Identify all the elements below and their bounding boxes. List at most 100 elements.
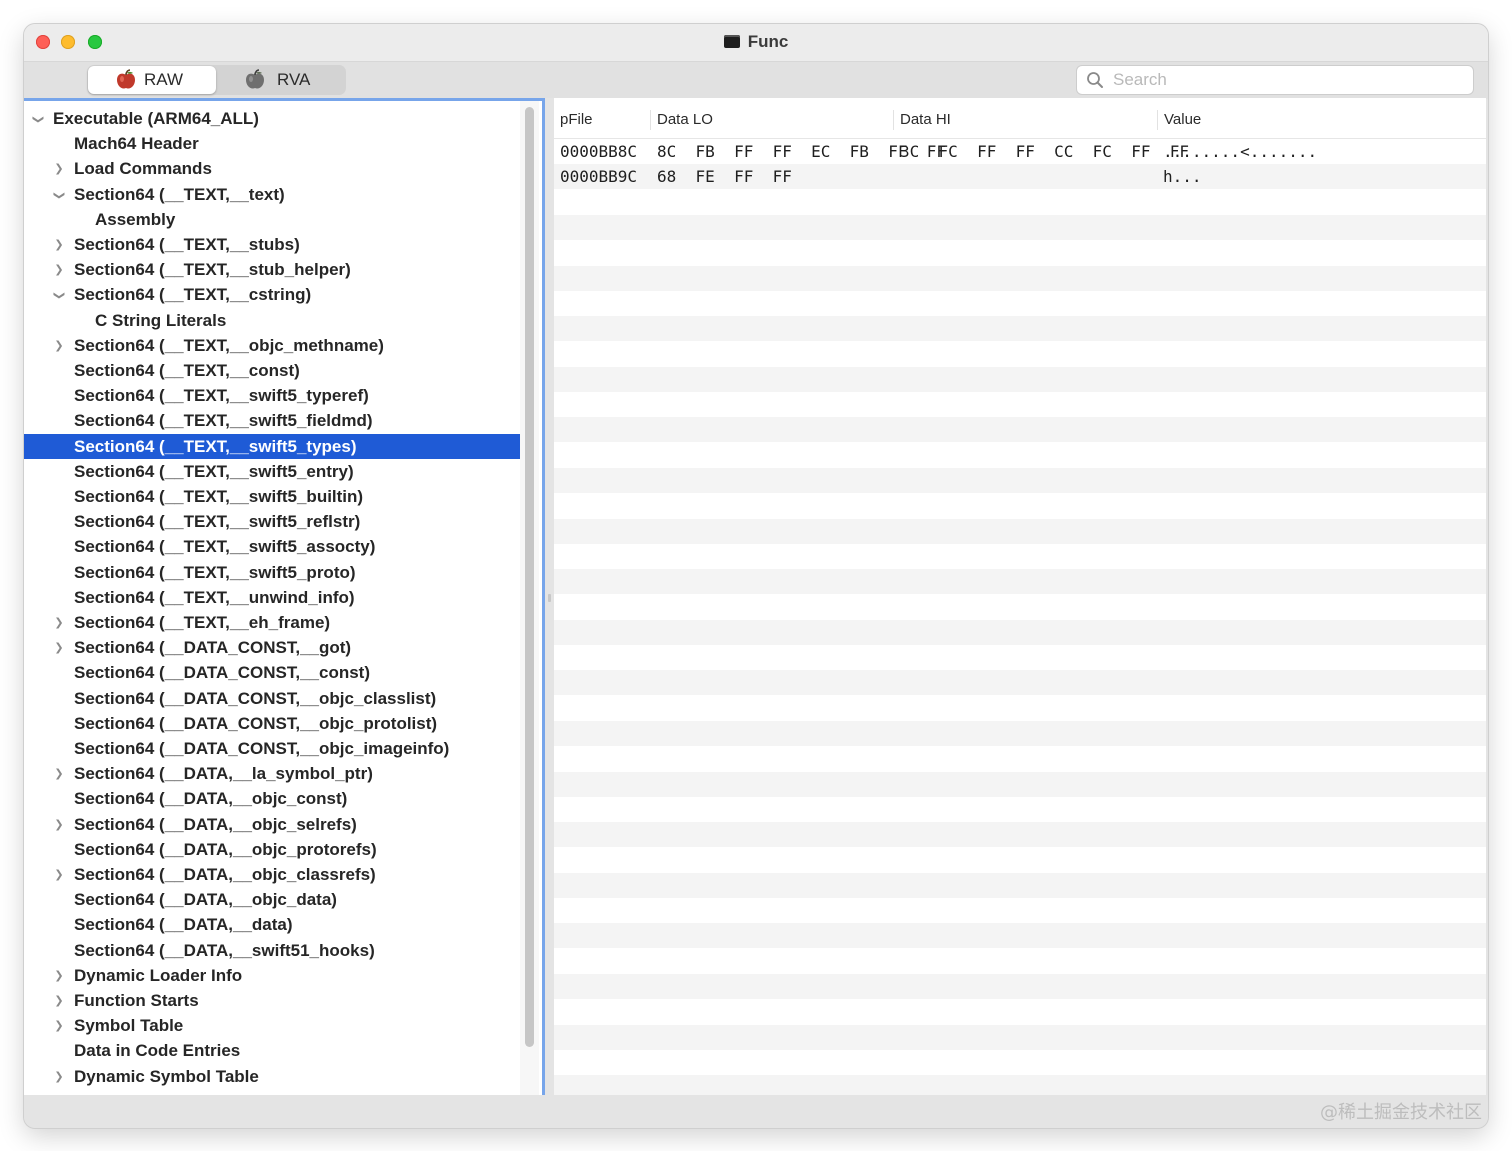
tree-item[interactable]: Function Starts [24, 988, 520, 1013]
table-stripe [554, 797, 1486, 822]
tree-item[interactable]: Section64 (__TEXT,__swift5_builtin) [24, 484, 520, 509]
tree-item[interactable]: Section64 (__DATA,__objc_const) [24, 786, 520, 811]
tree-scroll-thumb[interactable] [525, 107, 534, 1047]
chevron-right-icon[interactable] [51, 1064, 67, 1089]
chevron-right-icon[interactable] [51, 635, 67, 660]
table-row[interactable]: 0000BB9C 68 FE FF FF h... [554, 164, 1486, 189]
tree-item[interactable]: Section64 (__DATA,__objc_protorefs) [24, 837, 520, 862]
chevron-right-icon[interactable] [51, 333, 67, 358]
tree-item-label: Section64 (__TEXT,__swift5_typeref) [74, 386, 369, 406]
column-header-data-hi[interactable]: Data HI [893, 110, 951, 130]
chevron-right-icon[interactable] [51, 232, 67, 257]
tree-item-label: Section64 (__TEXT,__cstring) [74, 285, 312, 305]
chevron-down-icon[interactable] [51, 282, 67, 307]
tree-item[interactable]: Assembly [24, 207, 520, 232]
table-cell-pFile: 0000BB8C [560, 142, 638, 161]
tree-item-label: Section64 (__TEXT,__swift5_reflstr) [74, 512, 361, 532]
tree-item[interactable]: Dynamic Loader Info [24, 963, 520, 988]
tree-item-label: Section64 (__DATA_CONST,__objc_classlist… [74, 688, 437, 708]
tree-item[interactable]: Section64 (__DATA,__objc_classrefs) [24, 862, 520, 887]
column-header-data-lo[interactable]: Data LO [650, 110, 713, 130]
tree-item[interactable]: Section64 (__DATA,__objc_data) [24, 887, 520, 912]
tree-item[interactable]: Section64 (__DATA,__data) [24, 912, 520, 937]
tree-item-label: Section64 (__TEXT,__swift5_builtin) [74, 487, 364, 506]
tree-item-label: Mach64 Header [74, 134, 199, 154]
search-input[interactable] [1111, 68, 1465, 92]
tree-item[interactable]: Section64 (__DATA,__swift51_hooks) [24, 938, 520, 963]
table-stripe [554, 544, 1486, 569]
column-header-value[interactable]: Value [1157, 110, 1201, 130]
chevron-right-icon[interactable] [51, 963, 67, 988]
table-stripe [554, 417, 1486, 443]
tree-item[interactable]: Executable (ARM64_ALL) [24, 106, 520, 131]
chevron-right-icon[interactable] [51, 257, 67, 282]
table-cell-data-hi: 3C FC FF FF CC FC FF FF [900, 142, 1189, 161]
tree-item[interactable]: Dynamic Symbol Table [24, 1064, 520, 1089]
chevron-down-icon[interactable] [51, 182, 67, 207]
title-bar[interactable]: Func [24, 24, 1488, 62]
tree-item[interactable]: Section64 (__TEXT,__stub_helper) [24, 257, 520, 282]
table-stripe [554, 619, 1486, 645]
table-stripe [554, 949, 1486, 974]
tree-item[interactable]: Section64 (__DATA,__objc_selrefs) [24, 812, 520, 837]
table-stripe [554, 366, 1486, 392]
tree-item[interactable]: Section64 (__TEXT,__text) [24, 182, 520, 207]
chevron-right-icon[interactable] [51, 1013, 67, 1038]
chevron-right-icon[interactable] [51, 156, 67, 181]
tree-item[interactable]: Section64 (__TEXT,__stubs) [24, 232, 520, 257]
chevron-right-icon[interactable] [51, 610, 67, 635]
tree-item[interactable]: Section64 (__TEXT,__swift5_typeref) [24, 383, 520, 408]
column-header-pfile[interactable]: pFile [554, 110, 593, 130]
table-stripe [554, 771, 1486, 797]
chevron-right-icon[interactable] [51, 988, 67, 1013]
tree-item[interactable]: Section64 (__DATA_CONST,__objc_classlist… [24, 686, 520, 711]
table-header: pFile Data LO Data HI Value [554, 98, 1486, 139]
chevron-right-icon[interactable] [51, 812, 67, 837]
tree-item[interactable]: Section64 (__TEXT,__const) [24, 358, 520, 383]
chevron-right-icon[interactable] [51, 761, 67, 786]
raw-mode-button[interactable]: RAW [88, 66, 216, 94]
tree-item[interactable]: Section64 (__DATA_CONST,__objc_imageinfo… [24, 736, 520, 761]
tree-item[interactable]: Section64 (__DATA_CONST,__got) [24, 635, 520, 660]
tree-item[interactable]: Section64 (__DATA_CONST,__objc_protolist… [24, 711, 520, 736]
tree-item[interactable]: Section64 (__TEXT,__swift5_fieldmd) [24, 408, 520, 433]
tree-item[interactable]: Section64 (__DATA_CONST,__const) [24, 660, 520, 685]
table-stripe [554, 467, 1486, 493]
tree-item[interactable]: Data in Code Entries [24, 1038, 520, 1063]
tree-item-label: Section64 (__DATA_CONST,__objc_imageinfo… [74, 739, 450, 758]
tree-item-label: Dynamic Symbol Table [74, 1066, 259, 1086]
table-stripe [554, 214, 1486, 240]
tree-item[interactable]: Load Commands [24, 156, 520, 181]
tree-item[interactable]: Symbol Table [24, 1013, 520, 1038]
tree-scrollbar[interactable] [520, 101, 539, 1096]
table-stripe [554, 923, 1486, 949]
window-title: Func [24, 32, 1488, 52]
tree-item[interactable]: Mach64 Header [24, 131, 520, 156]
apple-icon [246, 69, 264, 89]
tree-item[interactable]: Section64 (__DATA,__la_symbol_ptr) [24, 761, 520, 786]
tree-item-label: Data in Code Entries [74, 1041, 241, 1061]
tree-item[interactable]: Section64 (__TEXT,__swift5_entry) [24, 459, 520, 484]
tree-item[interactable]: Section64 (__TEXT,__swift5_reflstr) [24, 509, 520, 534]
search-field[interactable] [1076, 65, 1474, 95]
tree-item-label: Function Starts [74, 991, 199, 1010]
tree-item[interactable]: Section64 (__TEXT,__eh_frame) [24, 610, 520, 635]
tree-item[interactable]: C String Literals [24, 308, 520, 333]
section-tree[interactable]: Executable (ARM64_ALL) Mach64 Header Load … [24, 98, 545, 1099]
table-stripe [554, 392, 1486, 417]
tree-item[interactable]: Section64 (__TEXT,__swift5_proto) [24, 560, 520, 585]
chevron-right-icon[interactable] [51, 862, 67, 887]
tree-item[interactable]: Section64 (__TEXT,__swift5_assocty) [24, 534, 520, 559]
tree-item-label: Section64 (__TEXT,__swift5_fieldmd) [74, 411, 373, 431]
rva-mode-button[interactable]: RVA [217, 66, 345, 94]
tree-item[interactable]: Section64 (__TEXT,__cstring) [24, 282, 520, 307]
table-row[interactable]: 0000BB8C 8C FB FF FF EC FB FF FF 3C FC FF … [554, 139, 1486, 164]
chevron-down-icon[interactable] [30, 106, 46, 131]
data-table[interactable]: pFile Data LO Data HI Value 0000BB8C 8C F… [554, 98, 1486, 1095]
divider-grip[interactable] [548, 594, 551, 602]
tree-item[interactable]: Section64 (__TEXT,__swift5_types) [24, 433, 520, 459]
split-view-divider[interactable] [545, 98, 554, 1093]
tree-item[interactable]: Section64 (__TEXT,__unwind_info) [24, 585, 520, 610]
toolbar: RAW RVA [24, 62, 1488, 99]
tree-item[interactable]: Section64 (__TEXT,__objc_methname) [24, 333, 520, 358]
